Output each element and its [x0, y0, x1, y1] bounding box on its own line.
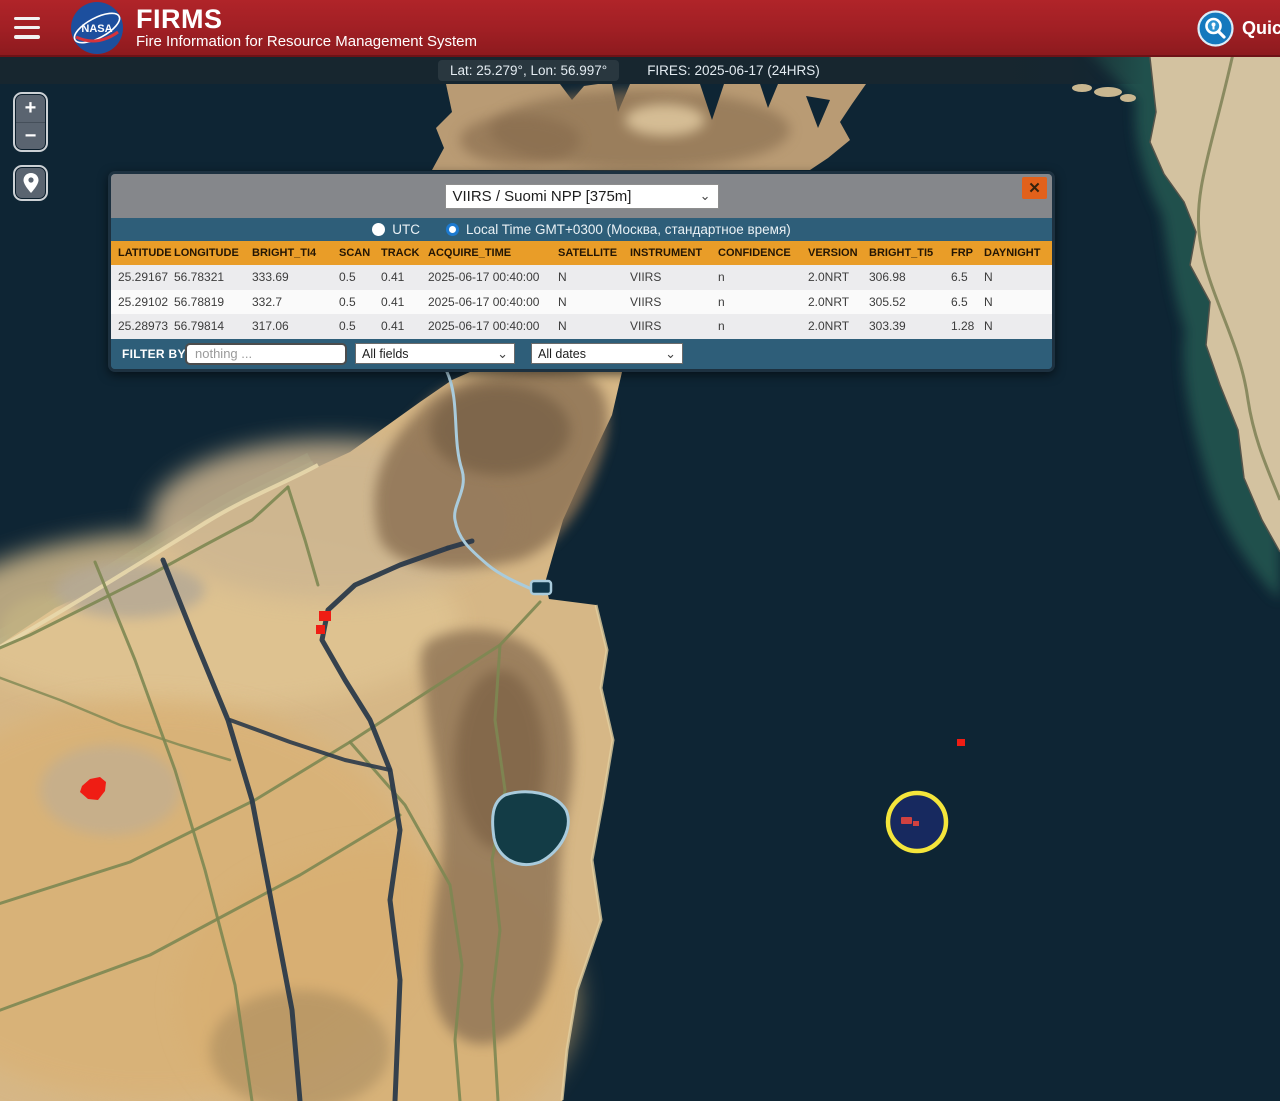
fire-marker	[319, 611, 331, 621]
column-header[interactable]: LATITUDE	[111, 241, 174, 265]
column-header[interactable]: DAYNIGHT	[984, 241, 1055, 265]
column-header[interactable]: INSTRUMENT	[630, 241, 718, 265]
fires-date-label: FIRES: 2025-06-17 (24HRS)	[647, 63, 820, 78]
filter-bar: FILTER BY All fields ⌄ All dates ⌄	[111, 339, 1052, 369]
column-header[interactable]: VERSION	[808, 241, 869, 265]
nasa-logo[interactable]: NASA	[70, 1, 124, 55]
utc-radio-label: UTC	[392, 222, 420, 237]
zoom-out-button[interactable]: −	[16, 122, 45, 149]
fire-data-table: LATITUDE LONGITUDE BRIGHT_TI4 SCAN TRACK…	[111, 241, 1055, 339]
filter-dates-select[interactable]: All dates ⌄	[531, 343, 683, 364]
close-button[interactable]: ✕	[1022, 177, 1047, 199]
column-header[interactable]: SCAN	[339, 241, 381, 265]
column-header[interactable]: CONFIDENCE	[718, 241, 808, 265]
source-select[interactable]: VIIRS / Suomi NPP [375m] ⌄	[445, 184, 719, 209]
selected-fire	[888, 793, 946, 851]
popup-title-bar: VIIRS / Suomi NPP [375m] ⌄ ✕	[111, 174, 1052, 218]
selected-fire-marker	[901, 817, 912, 824]
source-select-value: VIIRS / Suomi NPP [375m]	[453, 188, 632, 205]
table-row[interactable]: 25.2910256.78819 332.70.5 0.412025-06-17…	[111, 290, 1055, 315]
column-header[interactable]: BRIGHT_TI5	[869, 241, 951, 265]
quick-links-button[interactable]: Quic	[1197, 0, 1280, 57]
utc-radio[interactable]	[372, 223, 385, 236]
chevron-down-icon: ⌄	[700, 191, 711, 201]
column-header[interactable]: BRIGHT_TI4	[252, 241, 339, 265]
nasa-logo-text: NASA	[81, 23, 112, 35]
fire-data-popup: VIIRS / Suomi NPP [375m] ⌄ ✕ UTC Local T…	[108, 171, 1055, 372]
column-header[interactable]: TRACK	[381, 241, 428, 265]
table-row[interactable]: 25.2916756.78321 333.690.5 0.412025-06-1…	[111, 265, 1055, 290]
quick-links-label: Quic	[1242, 18, 1280, 39]
fire-marker	[316, 625, 325, 634]
filter-input[interactable]	[185, 343, 347, 365]
time-mode-row: UTC Local Time GMT+0300 (Москва, стандар…	[111, 218, 1052, 241]
filter-dates-value: All dates	[538, 347, 586, 361]
table-header-row: LATITUDE LONGITUDE BRIGHT_TI4 SCAN TRACK…	[111, 241, 1055, 265]
selected-fire-marker	[913, 821, 919, 826]
column-header[interactable]: SATELLITE	[558, 241, 630, 265]
status-bar: Lat: 25.279°, Lon: 56.997° FIRES: 2025-0…	[0, 57, 1280, 84]
local-time-radio[interactable]	[446, 223, 459, 236]
app-titles: FIRMS Fire Information for Resource Mana…	[136, 5, 477, 51]
chevron-down-icon: ⌄	[665, 349, 676, 359]
location-pin-icon	[22, 172, 40, 194]
app-subtitle: Fire Information for Resource Management…	[136, 33, 477, 51]
filter-label: FILTER BY	[122, 347, 186, 361]
cursor-coordinates: Lat: 25.279°, Lon: 56.997°	[438, 60, 619, 81]
close-icon: ✕	[1028, 179, 1041, 197]
column-header[interactable]: LONGITUDE	[174, 241, 252, 265]
zoom-in-button[interactable]: +	[16, 95, 45, 122]
local-time-radio-label: Local Time GMT+0300 (Москва, стандартное…	[466, 222, 791, 237]
table-row[interactable]: 25.2897356.79814 317.060.5 0.412025-06-1…	[111, 314, 1055, 339]
zoom-control: + −	[13, 92, 48, 152]
map-canvas[interactable]	[0, 0, 1280, 1101]
app-title: FIRMS	[136, 5, 477, 33]
chevron-down-icon: ⌄	[497, 349, 508, 359]
column-header[interactable]: FRP	[951, 241, 984, 265]
fire-marker	[957, 739, 965, 746]
app-header: NASA FIRMS Fire Information for Resource…	[0, 0, 1280, 57]
quick-search-icon	[1197, 10, 1234, 47]
column-header[interactable]: ACQUIRE_TIME	[428, 241, 558, 265]
peninsula	[432, 84, 866, 170]
filter-fields-value: All fields	[362, 347, 409, 361]
locate-button[interactable]	[13, 165, 48, 201]
filter-fields-select[interactable]: All fields ⌄	[355, 343, 515, 364]
menu-icon[interactable]	[14, 17, 40, 39]
